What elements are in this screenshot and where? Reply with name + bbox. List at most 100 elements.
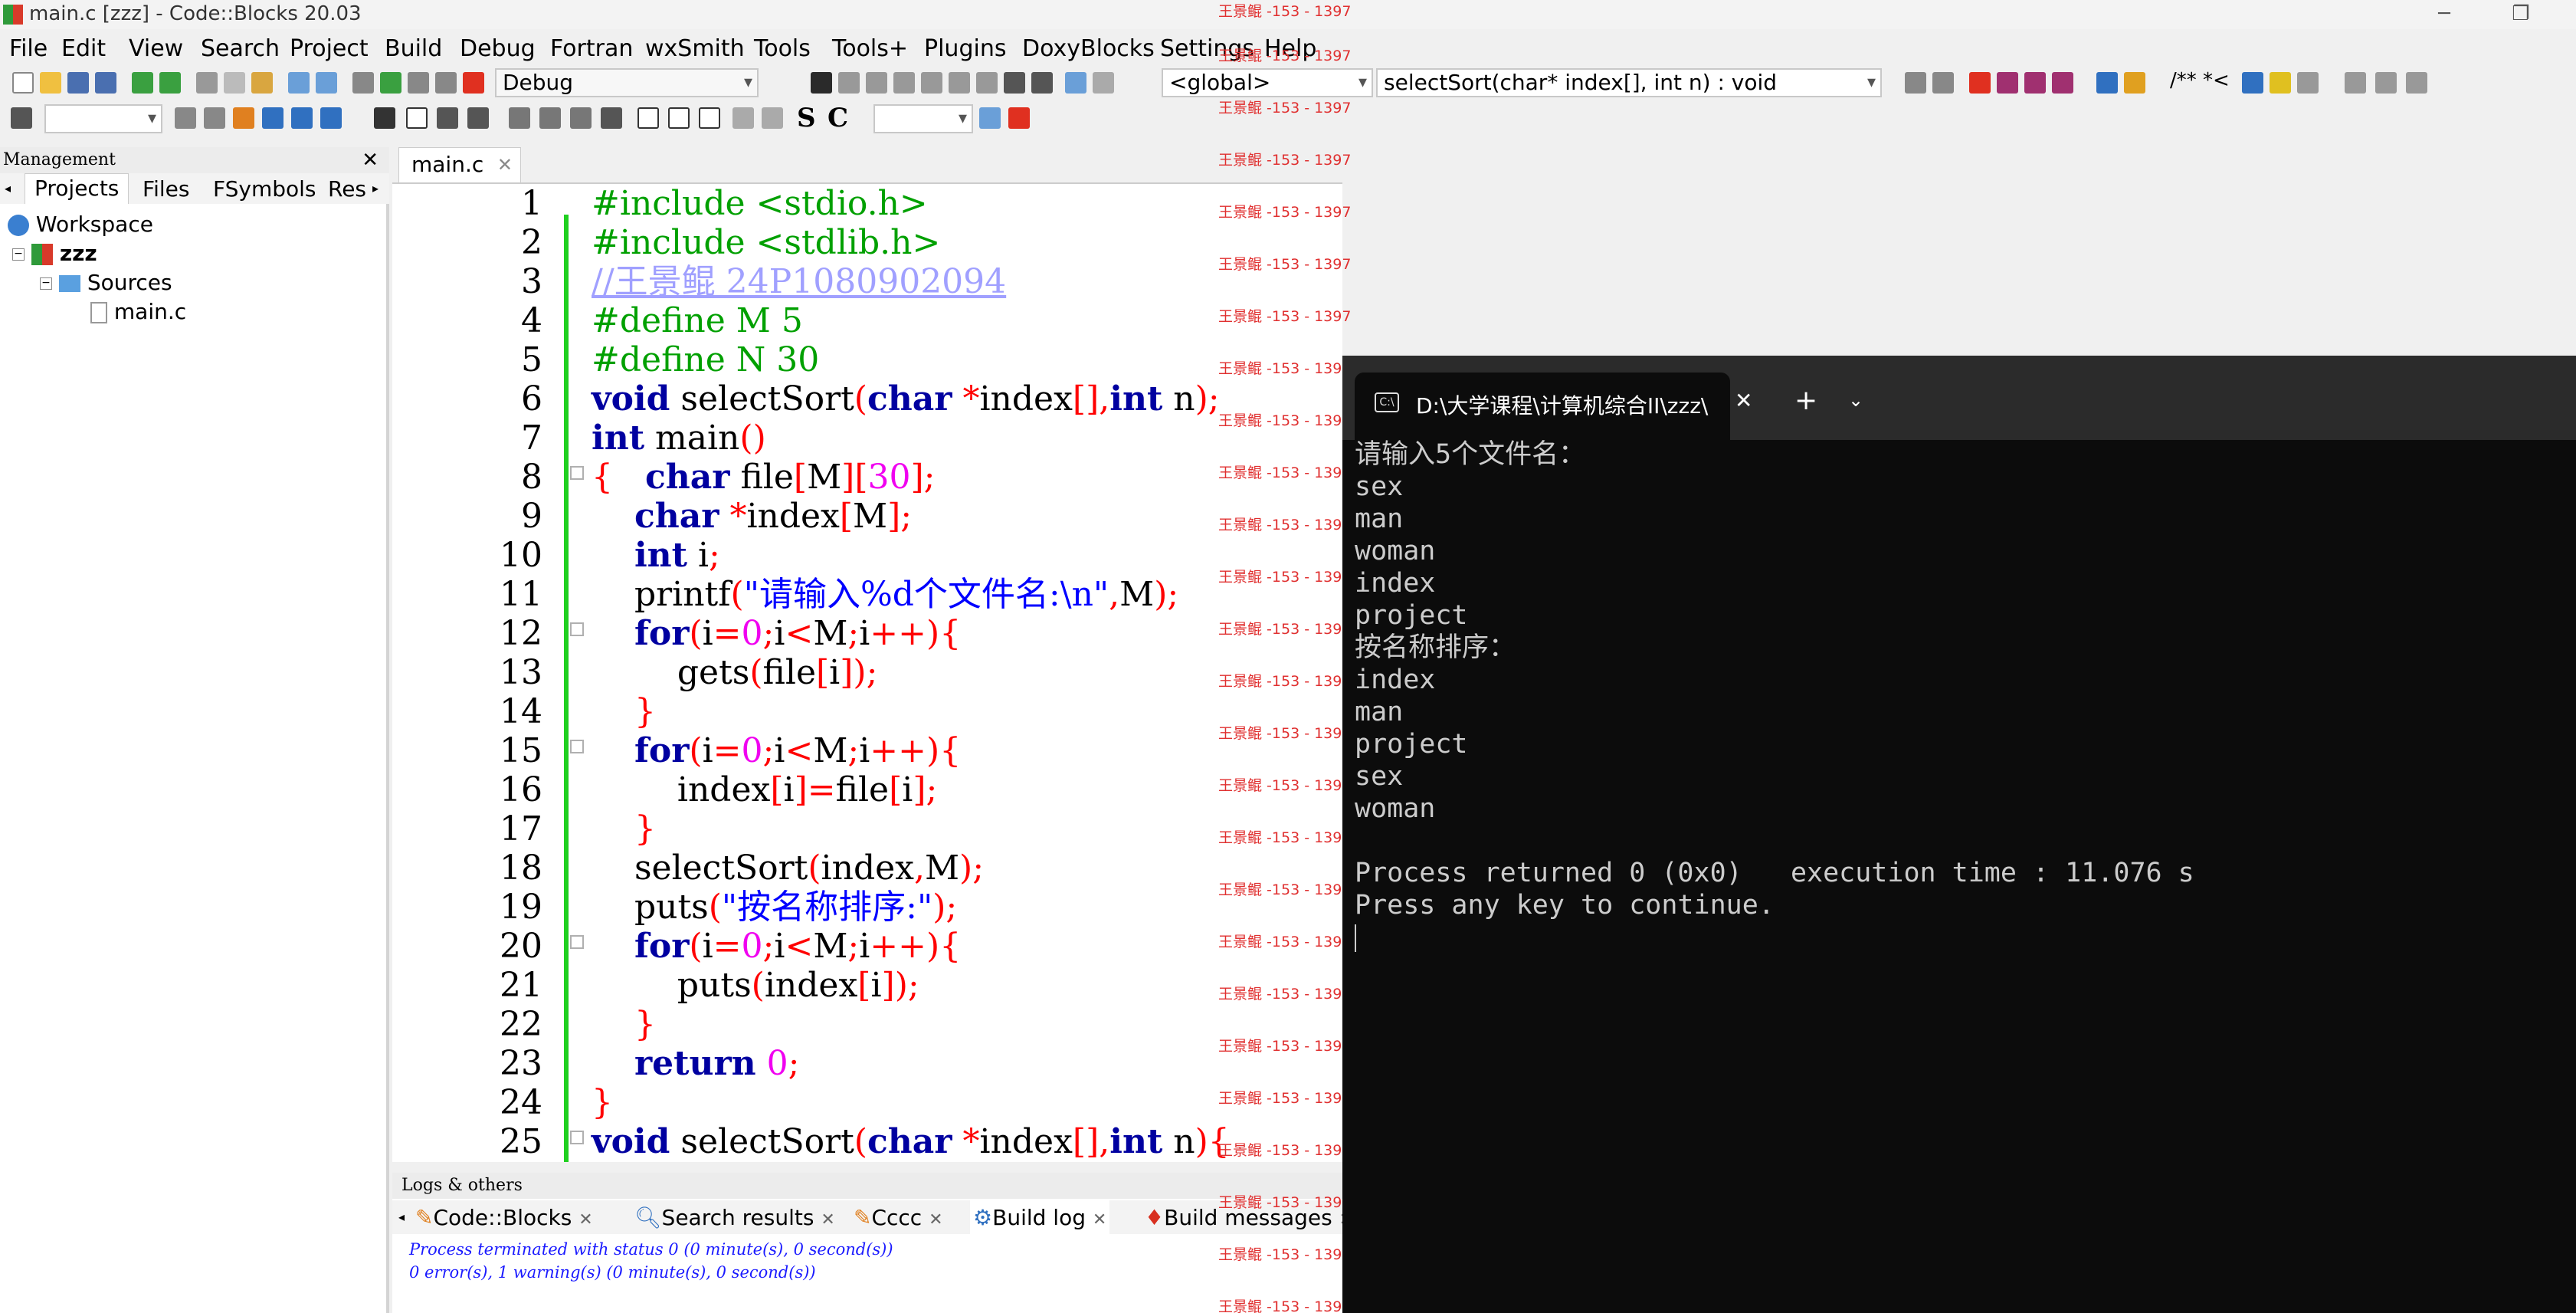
replace-icon[interactable] bbox=[316, 72, 337, 94]
menu-search[interactable]: Search bbox=[201, 35, 280, 62]
extract-docs-icon[interactable] bbox=[2124, 72, 2145, 94]
hatch-tool-icon[interactable] bbox=[467, 107, 489, 129]
c-button[interactable]: C bbox=[828, 103, 848, 133]
minimize-button[interactable]: ─ bbox=[2421, 0, 2467, 29]
jump-forward-icon[interactable] bbox=[1932, 72, 1954, 94]
align3-tool-icon[interactable] bbox=[570, 107, 592, 129]
search-icon[interactable] bbox=[979, 107, 1001, 129]
tab-files[interactable]: Files bbox=[143, 176, 189, 202]
menu-build[interactable]: Build bbox=[385, 35, 442, 62]
rebuild-icon[interactable] bbox=[435, 72, 457, 94]
highlight-icon[interactable] bbox=[233, 107, 254, 129]
new-file-icon[interactable] bbox=[12, 72, 34, 94]
zoom-in-icon[interactable] bbox=[732, 107, 754, 129]
cut-icon[interactable] bbox=[196, 72, 218, 94]
zoom-select[interactable]: ▾ bbox=[873, 104, 973, 133]
menu-tools-plus[interactable]: Tools+ bbox=[832, 35, 908, 62]
menu-wxsmith[interactable]: wxSmith bbox=[645, 35, 745, 62]
build-gear-icon[interactable] bbox=[352, 72, 374, 94]
step-instruction-icon[interactable] bbox=[976, 72, 998, 94]
search-prev-icon[interactable] bbox=[175, 107, 196, 129]
debug-run-icon[interactable] bbox=[811, 72, 832, 94]
selected-text-icon[interactable] bbox=[262, 107, 283, 129]
fold-marker-icon[interactable] bbox=[570, 466, 584, 480]
menu-view[interactable]: View bbox=[129, 35, 183, 62]
tree-file-main[interactable]: main.c bbox=[90, 299, 186, 324]
doxywizard-icon[interactable] bbox=[2096, 72, 2118, 94]
step-into-icon[interactable] bbox=[893, 72, 915, 94]
open-folder-icon[interactable] bbox=[40, 72, 61, 94]
menu-project[interactable]: Project bbox=[290, 35, 369, 62]
tree-workspace[interactable]: Workspace bbox=[8, 212, 153, 237]
clear-bookmarks-icon[interactable] bbox=[2052, 72, 2073, 94]
close-icon[interactable]: ✕ bbox=[1735, 388, 1752, 413]
match-case-icon[interactable] bbox=[291, 107, 313, 129]
close-icon[interactable]: ✕ bbox=[821, 1210, 834, 1229]
tab-scroll-right-icon[interactable]: ▸ bbox=[372, 181, 379, 195]
tree-project[interactable]: − zzz bbox=[12, 241, 97, 266]
align-tool-icon[interactable] bbox=[509, 107, 530, 129]
new-tab-icon[interactable]: + bbox=[1794, 385, 1817, 416]
debug-info-icon[interactable] bbox=[1093, 72, 1114, 94]
go-next-icon[interactable] bbox=[2406, 72, 2427, 94]
next-line-icon[interactable] bbox=[866, 72, 887, 94]
collapse-icon[interactable]: − bbox=[12, 248, 25, 261]
close-icon[interactable]: ✕ bbox=[1093, 1210, 1106, 1229]
close-icon[interactable]: ✕ bbox=[497, 148, 513, 182]
restore-button[interactable]: ❐ bbox=[2498, 0, 2544, 29]
tab-scroll-left-icon[interactable]: ◂ bbox=[398, 1210, 405, 1224]
close-icon[interactable]: ✕ bbox=[578, 1210, 592, 1229]
copy-icon[interactable] bbox=[224, 72, 245, 94]
tab-scroll-left-icon[interactable]: ◂ bbox=[5, 181, 11, 195]
tab-projects[interactable]: Projects bbox=[25, 173, 129, 204]
run-icon[interactable] bbox=[380, 72, 401, 94]
function-select[interactable]: selectSort(char* index[], int n) : void ▾ bbox=[1376, 68, 1882, 97]
go-prev-icon[interactable] bbox=[2345, 72, 2366, 94]
grid-tool-icon[interactable] bbox=[437, 107, 458, 129]
collapse-icon[interactable]: − bbox=[40, 277, 52, 290]
paste-icon[interactable] bbox=[251, 72, 273, 94]
zoom-out-icon[interactable] bbox=[762, 107, 783, 129]
help-icon[interactable] bbox=[2270, 72, 2291, 94]
toggle-bookmark-icon[interactable] bbox=[1969, 72, 1991, 94]
menu-debug[interactable]: Debug bbox=[460, 35, 536, 62]
save-icon[interactable] bbox=[67, 72, 89, 94]
run-to-cursor-icon[interactable] bbox=[838, 72, 860, 94]
menu-edit[interactable]: Edit bbox=[61, 35, 106, 62]
prev-bookmark-icon[interactable] bbox=[1997, 72, 2018, 94]
s-button[interactable]: S bbox=[797, 103, 816, 133]
next-instruction-icon[interactable] bbox=[949, 72, 970, 94]
pause-icon[interactable] bbox=[1004, 72, 1025, 94]
search-next-icon[interactable] bbox=[204, 107, 225, 129]
shape3-icon[interactable] bbox=[699, 107, 720, 129]
build-target-select[interactable]: Debug ▾ bbox=[495, 68, 759, 97]
fold-marker-icon[interactable] bbox=[570, 935, 584, 949]
tab-search-results[interactable]: 🔍︎Search results ✕ bbox=[634, 1205, 835, 1230]
incremental-search-input[interactable]: ▾ bbox=[44, 104, 162, 133]
regex-icon[interactable] bbox=[320, 107, 342, 129]
menu-tools[interactable]: Tools bbox=[754, 35, 811, 62]
menu-plugins[interactable]: Plugins bbox=[924, 35, 1006, 62]
redo-icon[interactable] bbox=[159, 72, 181, 94]
tab-build-log[interactable]: ⚙Build log ✕ bbox=[970, 1200, 1110, 1235]
shape1-icon[interactable] bbox=[637, 107, 659, 129]
save-all-icon[interactable] bbox=[95, 72, 116, 94]
select-pointer-icon[interactable] bbox=[374, 107, 395, 129]
find-icon[interactable] bbox=[288, 72, 310, 94]
fold-marker-icon[interactable] bbox=[570, 740, 584, 753]
chevron-down-icon[interactable]: ⌄ bbox=[1848, 389, 1863, 411]
jump-back-icon[interactable] bbox=[1905, 72, 1926, 94]
tab-fsymbols[interactable]: FSymbols bbox=[213, 176, 316, 202]
menu-doxyblocks[interactable]: DoxyBlocks bbox=[1022, 35, 1155, 62]
doxy-comment-button[interactable]: /** *< bbox=[2170, 69, 2230, 92]
code-editor[interactable]: 1 2 3 4 5 6 7 8 9 10 11 12 13 14 15 16 1… bbox=[392, 182, 1342, 1162]
menu-fortran[interactable]: Fortran bbox=[550, 35, 633, 62]
fold-marker-icon[interactable] bbox=[570, 622, 584, 636]
next-bookmark-icon[interactable] bbox=[2024, 72, 2046, 94]
scope-select[interactable]: <global> ▾ bbox=[1162, 68, 1373, 97]
shape2-icon[interactable] bbox=[668, 107, 690, 129]
tab-main-c[interactable]: main.c ✕ bbox=[398, 147, 521, 182]
tools-icon[interactable] bbox=[1008, 107, 1030, 129]
align4-tool-icon[interactable] bbox=[601, 107, 622, 129]
go-mid-icon[interactable] bbox=[2375, 72, 2397, 94]
